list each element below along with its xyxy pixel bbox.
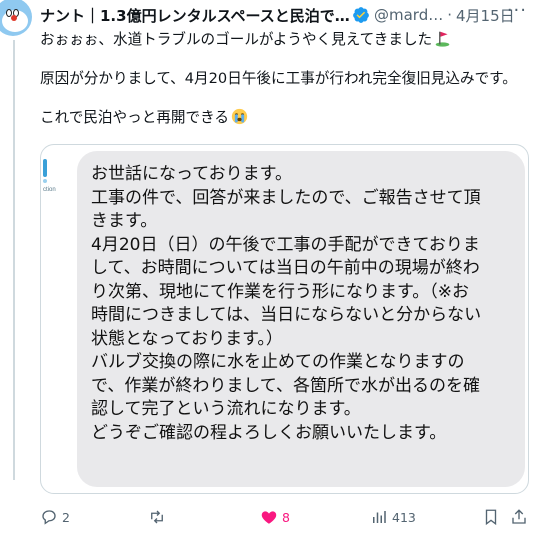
message-line: 4月20日（日）の午後で工事の手配ができておりま bbox=[91, 234, 480, 255]
tweet-line-2: 原因が分かりまして、4月20日午後に工事が行われ完全復旧見込みです。 bbox=[40, 70, 517, 87]
bookmark-icon bbox=[485, 509, 497, 526]
heart-icon bbox=[261, 511, 277, 524]
attached-image[interactable]: ction お世話になっております。 工事の件で、回答が来ましたので、ご報告させ… bbox=[40, 144, 529, 494]
like-count: 8 bbox=[282, 509, 290, 525]
avatar-nose bbox=[11, 15, 17, 21]
company-logo: ction bbox=[41, 155, 75, 195]
avatar[interactable] bbox=[0, 0, 32, 36]
more-icon[interactable]: ··· bbox=[507, 0, 527, 21]
reply-icon bbox=[42, 510, 56, 525]
reply-button[interactable]: 2 bbox=[40, 508, 70, 526]
author-name[interactable]: ナント｜1.3億円レンタルスペースと民泊で稼… bbox=[40, 5, 350, 26]
message-line: きます。 bbox=[91, 211, 158, 231]
message-line: して、お時間については当日の午前中の現場が終わ bbox=[91, 258, 480, 278]
share-icon bbox=[512, 509, 526, 524]
retweet-button[interactable] bbox=[148, 508, 170, 526]
view-count: 413 bbox=[392, 509, 416, 525]
tweet-text: おぉぉぉ、水道トラブルのゴールがようやく見えてきました 原因が分かりまして、4月… bbox=[40, 30, 530, 128]
like-button[interactable]: 8 bbox=[260, 508, 290, 526]
thread-line bbox=[13, 40, 15, 480]
message-line: 認して完了という流れになります。 bbox=[91, 399, 361, 419]
views-button[interactable]: 413 bbox=[370, 508, 416, 526]
retweet-icon bbox=[151, 510, 163, 524]
tweet-line-1: おぉぉぉ、水道トラブルのゴールがようやく見えてきました bbox=[40, 30, 530, 50]
message-line: り次第、現地にて作業を行う形になります。（※お bbox=[91, 281, 470, 302]
reply-count: 2 bbox=[62, 509, 70, 525]
message-line: で、作業が終わりまして、各箇所で水が出るのを確 bbox=[91, 375, 480, 396]
message-line: お世話になっております。 bbox=[91, 164, 292, 184]
golf-flag-icon bbox=[435, 31, 450, 47]
message-line: どうぞご確認の程よろしくお願いいたします。 bbox=[91, 422, 447, 443]
share-button[interactable] bbox=[510, 508, 528, 526]
action-bar: 2 8 413 bbox=[40, 508, 532, 530]
crying-face-icon bbox=[231, 108, 248, 125]
message-line: 状態となっております。） bbox=[91, 328, 283, 349]
message-bubble: お世話になっております。 工事の件で、回答が来ましたので、ご報告させて頂 きます… bbox=[77, 151, 525, 487]
verified-badge-icon bbox=[353, 7, 369, 23]
message-line: バルブ交換の際に水を止めての作業となりますの bbox=[91, 352, 465, 372]
separator-dot: · bbox=[447, 6, 453, 24]
message-line: 時間につきましては、当日にならないと分からない bbox=[91, 305, 482, 325]
tweet-line-3: これで民泊やっと再開できる bbox=[40, 108, 530, 128]
tweet-header: ナント｜1.3億円レンタルスペースと民泊で稼… @mard… · 4月15日 bbox=[40, 4, 532, 26]
views-icon bbox=[373, 511, 386, 523]
author-handle[interactable]: @mard… bbox=[374, 6, 443, 24]
message-line: 工事の件で、回答が来ましたので、ご報告させて頂 bbox=[91, 187, 481, 208]
bookmark-button[interactable] bbox=[482, 508, 500, 526]
